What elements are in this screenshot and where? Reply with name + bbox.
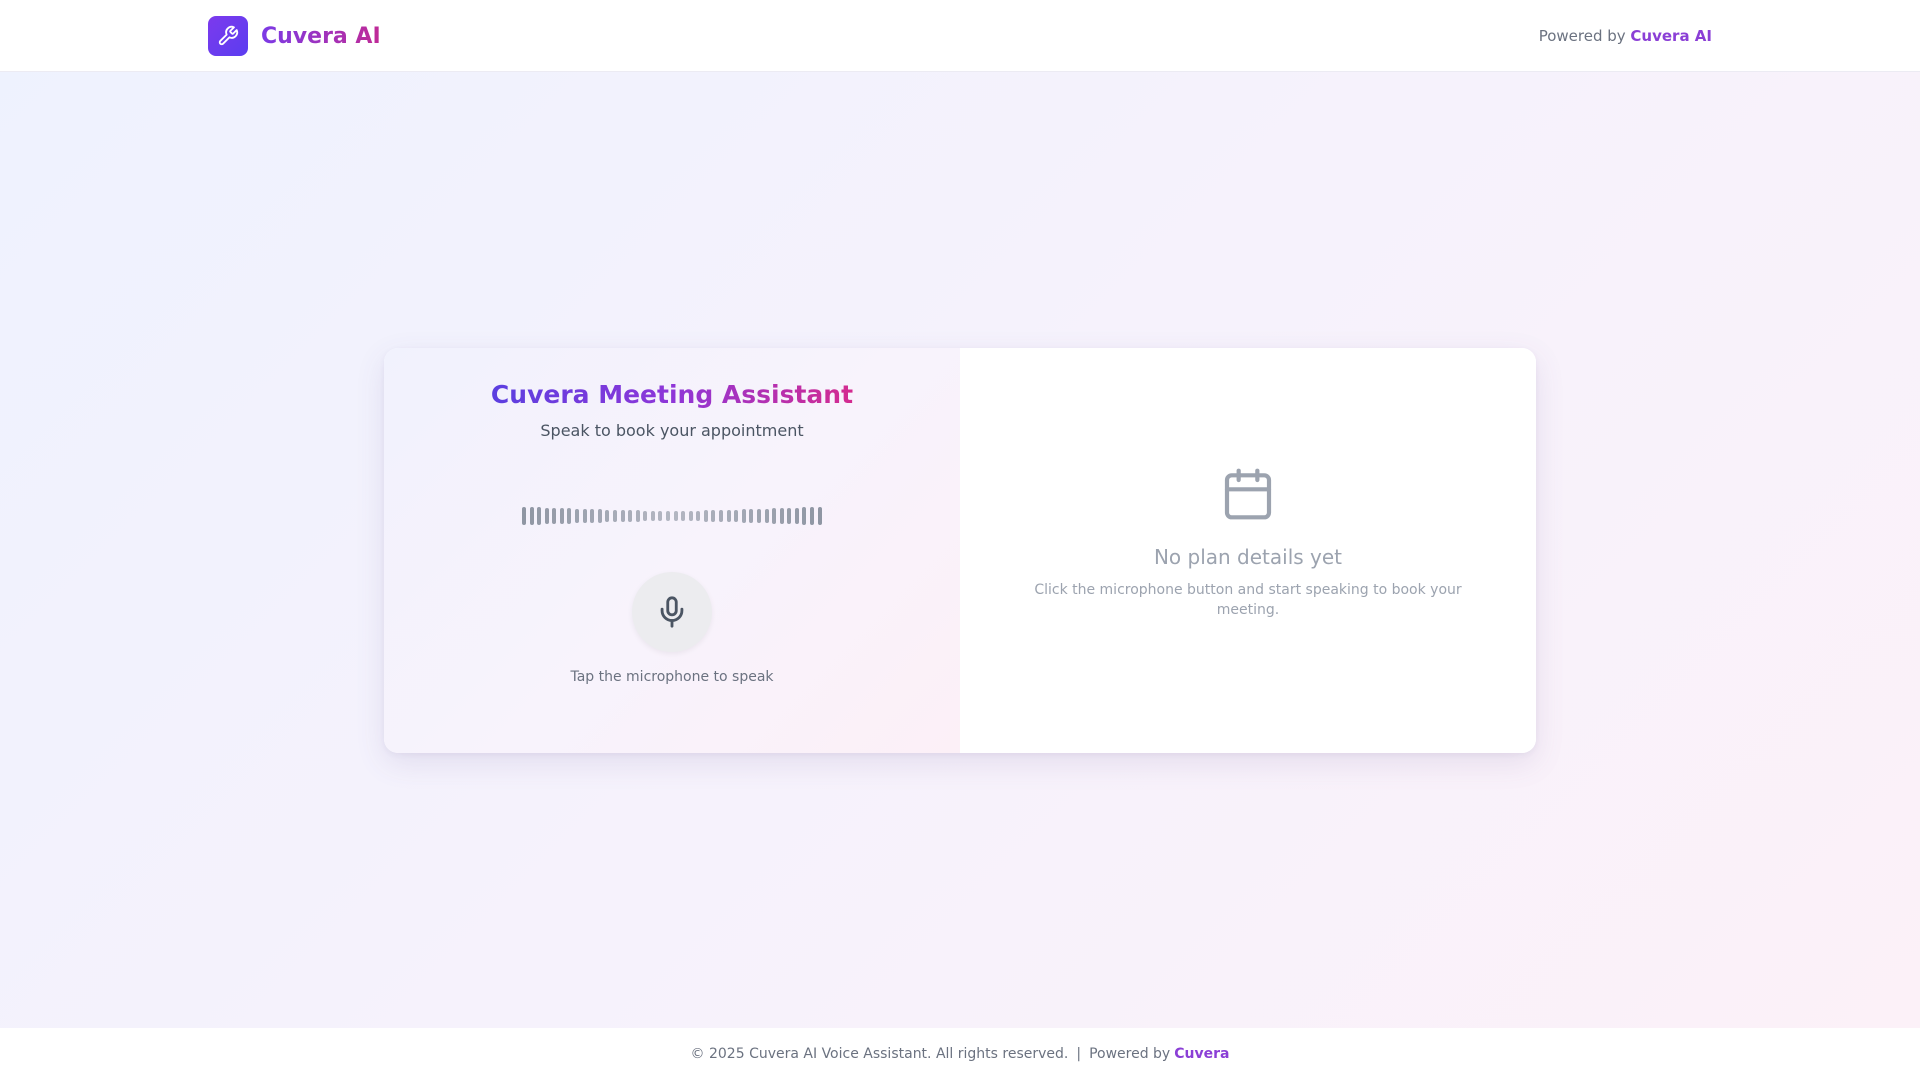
powered-brand-link[interactable]: Cuvera AI: [1630, 27, 1712, 45]
wrench-icon: [218, 25, 239, 46]
assistant-title: Cuvera Meeting Assistant: [384, 380, 960, 409]
empty-state-title: No plan details yet: [1153, 545, 1343, 569]
empty-state-description: Click the microphone button and start sp…: [1034, 582, 1462, 618]
brand[interactable]: Cuvera AI: [208, 16, 381, 56]
waveform-bar: [696, 510, 701, 522]
waveform-bar: [741, 509, 746, 523]
waveform-bar: [772, 508, 777, 524]
footer: © 2025 Cuvera AI Voice Assistant. All ri…: [0, 1028, 1920, 1080]
powered-prefix: Powered by: [1538, 27, 1626, 45]
waveform-bar: [711, 510, 716, 522]
waveform-bar: [809, 507, 814, 525]
waveform-bar: [719, 510, 724, 522]
waveform-bar: [726, 509, 731, 523]
audio-waveform: [522, 507, 822, 525]
waveform-bar: [612, 509, 617, 523]
voice-panel: Cuvera Meeting Assistant Speak to book y…: [384, 348, 960, 753]
waveform-bar: [635, 510, 640, 522]
waveform-bar: [522, 507, 526, 525]
waveform-bar: [620, 510, 625, 522]
waveform-bar: [529, 507, 534, 525]
footer-brand-link[interactable]: Cuvera: [1174, 1046, 1229, 1062]
waveform-bar: [605, 509, 610, 523]
waveform-bar: [552, 507, 557, 525]
waveform-bar: [544, 507, 549, 525]
waveform-bar: [734, 509, 739, 523]
waveform-bar: [673, 511, 678, 521]
header-powered-by: Powered by Cuvera AI: [1539, 27, 1712, 45]
waveform-bar: [567, 508, 572, 524]
waveform-bar: [559, 508, 564, 524]
assistant-card: Cuvera Meeting Assistant Speak to book y…: [384, 348, 1536, 753]
waveform-bar: [703, 510, 708, 522]
footer-separator: |: [1076, 1046, 1082, 1062]
footer-powered-prefix: Powered by: [1089, 1046, 1171, 1062]
microphone-icon: [660, 596, 684, 628]
plan-details-panel: No plan details yet Click the microphone…: [960, 348, 1536, 753]
waveform-bar: [537, 507, 542, 525]
waveform-bar: [764, 508, 769, 524]
waveform-bar: [575, 508, 580, 524]
waveform-bar: [665, 511, 670, 521]
waveform-bar: [779, 508, 784, 524]
waveform-bar: [688, 510, 693, 522]
waveform-bar: [794, 507, 799, 525]
microphone-button[interactable]: [632, 572, 712, 652]
waveform-bar: [658, 511, 663, 521]
waveform-bar: [590, 509, 595, 523]
waveform-bar: [628, 510, 633, 522]
waveform-bar: [802, 507, 807, 525]
waveform-bar: [756, 508, 761, 524]
waveform-bar: [650, 510, 655, 522]
assistant-subtitle: Speak to book your appointment: [540, 421, 804, 440]
top-header: Cuvera AI Powered by Cuvera AI: [0, 0, 1920, 72]
copyright-text: © 2025 Cuvera AI Voice Assistant. All ri…: [690, 1046, 1069, 1062]
waveform-bar: [817, 507, 822, 525]
assistant-title-text: Cuvera Meeting Assistant: [490, 380, 854, 409]
waveform-bar: [681, 511, 686, 521]
waveform-bar: [597, 509, 602, 523]
brand-name: Cuvera AI: [261, 23, 381, 49]
waveform-bar: [643, 510, 648, 522]
waveform-bar: [787, 507, 792, 525]
calendar-icon: [1224, 468, 1272, 520]
waveform-bar: [749, 509, 754, 523]
microphone-hint: Tap the microphone to speak: [570, 669, 774, 685]
logo: [208, 16, 248, 56]
waveform-bar: [582, 508, 587, 524]
